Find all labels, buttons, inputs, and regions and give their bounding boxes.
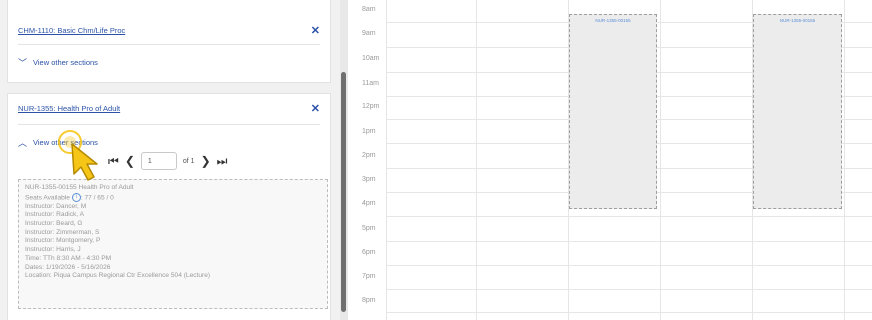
time-label: 3pm [362,176,376,183]
course-card-chm: CHM-1110: Basic Chm/Life Proc ✕ ﹀ View o… [8,0,330,82]
day-divider [476,0,477,320]
page-number-input[interactable]: 1 [140,152,177,170]
time-label: 1pm [362,128,376,135]
view-other-sections-toggle[interactable]: ﹀ View other sections [18,56,98,69]
scrollbar-thumb[interactable] [341,72,346,312]
time-label: 5pm [362,225,376,232]
section-location: Location: Piqua Campus Regional Ctr Exce… [25,272,211,280]
event-title: NUR-1355-00155 [779,18,816,23]
section-pager: ⏮ ❮ 1 of 1 ❯ ⏭ [108,152,227,170]
calendar-grid: 8am 9am 10am 11am 12pm 1pm 2pm 3pm 4pm 5… [350,0,872,320]
section-dates: Dates: 1/19/2026 - 5/16/2026 [25,263,111,271]
time-label: 9am [362,30,376,37]
instructor: Instructor: Dancer, M [25,202,87,210]
remove-course-icon[interactable]: ✕ [311,102,320,115]
time-label: 12pm [362,103,380,110]
instructor: Instructor: Radick, A [25,211,84,219]
hour-line [386,216,872,217]
course-title-link[interactable]: CHM-1110: Basic Chm/Life Proc [18,26,125,35]
instructor: Instructor: Montgomery, P [25,237,101,245]
day-divider [386,0,387,320]
day-divider [660,0,661,320]
hour-line [386,241,872,242]
event-title: NUR-1355-00155 [595,18,631,23]
instructor: Instructor: Beard, G [25,220,83,228]
info-icon[interactable]: i [71,192,81,202]
time-label: 10am [362,55,380,62]
toggle-label: View other sections [33,58,98,67]
time-label: 2pm [362,152,376,159]
chevron-up-icon: ︿ [18,138,28,148]
time-label: 7pm [362,273,376,280]
calendar-event-thursday[interactable]: NUR-1355-00155 [753,14,842,209]
instructor: Instructor: Zimmerman, S [25,228,100,236]
hour-line [386,289,872,290]
time-label: 6pm [362,249,376,256]
section-details: NUR-1355-00155 Health Pro of Adult Seats… [18,179,328,309]
time-label: 8am [362,6,376,13]
next-page-icon[interactable]: ❯ [201,154,211,168]
time-label: 11am [362,80,379,87]
instructor: Instructor: Harris, J [25,246,81,254]
calendar-event-tuesday[interactable]: NUR-1355-00155 [569,14,657,209]
sidebar: CHM-1110: Basic Chm/Life Proc ✕ ﹀ View o… [0,0,340,320]
seats-available: Seats Available i: 77 / 65 / 0 [25,192,114,202]
page-count: of 1 [182,157,195,165]
time-label: 4pm [362,200,376,207]
chevron-down-icon: ﹀ [18,58,28,68]
section-name: NUR-1355-00155 Health Pro of Adult [25,184,134,191]
pointer-click-highlight-icon [58,130,98,181]
last-page-icon[interactable]: ⏭ [217,154,228,169]
hour-line [386,265,872,266]
hour-line [386,312,872,313]
remove-course-icon[interactable]: ✕ [311,24,320,37]
time-label: 8pm [362,297,376,304]
section-time: Time: TTh 8:30 AM - 4:30 PM [25,254,112,262]
course-title-link[interactable]: NUR-1355: Health Pro of Adult [18,104,120,113]
prev-page-icon[interactable]: ❮ [125,154,135,168]
divider [18,44,320,45]
day-divider [844,0,845,320]
